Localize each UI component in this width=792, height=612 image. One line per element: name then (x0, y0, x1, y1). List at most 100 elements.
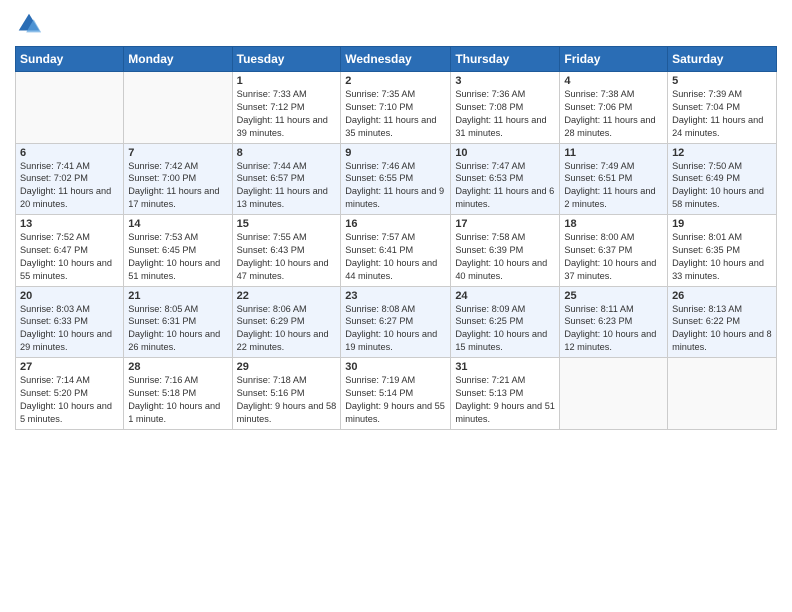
day-info: Sunrise: 7:58 AMSunset: 6:39 PMDaylight:… (455, 231, 555, 283)
day-info: Sunrise: 8:09 AMSunset: 6:25 PMDaylight:… (455, 303, 555, 355)
day-number: 4 (564, 75, 663, 87)
weekday-header-row: SundayMondayTuesdayWednesdayThursdayFrid… (16, 47, 777, 72)
day-number: 14 (128, 218, 227, 230)
day-info: Sunrise: 8:01 AMSunset: 6:35 PMDaylight:… (672, 231, 772, 283)
day-number: 6 (20, 147, 119, 159)
day-info: Sunrise: 7:39 AMSunset: 7:04 PMDaylight:… (672, 88, 772, 140)
calendar-cell: 5Sunrise: 7:39 AMSunset: 7:04 PMDaylight… (668, 72, 777, 144)
calendar-cell: 30Sunrise: 7:19 AMSunset: 5:14 PMDayligh… (341, 358, 451, 430)
day-number: 11 (564, 147, 663, 159)
calendar-cell: 31Sunrise: 7:21 AMSunset: 5:13 PMDayligh… (451, 358, 560, 430)
calendar-week-row: 13Sunrise: 7:52 AMSunset: 6:47 PMDayligh… (16, 215, 777, 287)
weekday-header-wednesday: Wednesday (341, 47, 451, 72)
calendar-cell (16, 72, 124, 144)
day-info: Sunrise: 7:49 AMSunset: 6:51 PMDaylight:… (564, 160, 663, 212)
day-number: 19 (672, 218, 772, 230)
day-number: 5 (672, 75, 772, 87)
day-info: Sunrise: 7:42 AMSunset: 7:00 PMDaylight:… (128, 160, 227, 212)
day-number: 9 (345, 147, 446, 159)
calendar-cell: 14Sunrise: 7:53 AMSunset: 6:45 PMDayligh… (124, 215, 232, 287)
day-number: 1 (237, 75, 337, 87)
day-info: Sunrise: 7:35 AMSunset: 7:10 PMDaylight:… (345, 88, 446, 140)
day-info: Sunrise: 8:06 AMSunset: 6:29 PMDaylight:… (237, 303, 337, 355)
day-number: 12 (672, 147, 772, 159)
day-info: Sunrise: 7:38 AMSunset: 7:06 PMDaylight:… (564, 88, 663, 140)
day-number: 10 (455, 147, 555, 159)
day-info: Sunrise: 7:52 AMSunset: 6:47 PMDaylight:… (20, 231, 119, 283)
day-number: 3 (455, 75, 555, 87)
calendar-cell: 10Sunrise: 7:47 AMSunset: 6:53 PMDayligh… (451, 143, 560, 215)
calendar-cell: 4Sunrise: 7:38 AMSunset: 7:06 PMDaylight… (560, 72, 668, 144)
day-info: Sunrise: 7:53 AMSunset: 6:45 PMDaylight:… (128, 231, 227, 283)
calendar-cell: 17Sunrise: 7:58 AMSunset: 6:39 PMDayligh… (451, 215, 560, 287)
day-info: Sunrise: 7:50 AMSunset: 6:49 PMDaylight:… (672, 160, 772, 212)
calendar-cell: 12Sunrise: 7:50 AMSunset: 6:49 PMDayligh… (668, 143, 777, 215)
day-number: 16 (345, 218, 446, 230)
day-number: 27 (20, 361, 119, 373)
calendar-cell: 29Sunrise: 7:18 AMSunset: 5:16 PMDayligh… (232, 358, 341, 430)
day-info: Sunrise: 7:33 AMSunset: 7:12 PMDaylight:… (237, 88, 337, 140)
day-number: 7 (128, 147, 227, 159)
day-info: Sunrise: 7:41 AMSunset: 7:02 PMDaylight:… (20, 160, 119, 212)
day-info: Sunrise: 8:03 AMSunset: 6:33 PMDaylight:… (20, 303, 119, 355)
weekday-header-friday: Friday (560, 47, 668, 72)
day-info: Sunrise: 7:16 AMSunset: 5:18 PMDaylight:… (128, 374, 227, 426)
calendar-cell (668, 358, 777, 430)
day-number: 8 (237, 147, 337, 159)
day-number: 2 (345, 75, 446, 87)
day-info: Sunrise: 7:19 AMSunset: 5:14 PMDaylight:… (345, 374, 446, 426)
day-number: 18 (564, 218, 663, 230)
day-info: Sunrise: 7:57 AMSunset: 6:41 PMDaylight:… (345, 231, 446, 283)
calendar-week-row: 27Sunrise: 7:14 AMSunset: 5:20 PMDayligh… (16, 358, 777, 430)
calendar-cell: 21Sunrise: 8:05 AMSunset: 6:31 PMDayligh… (124, 286, 232, 358)
day-number: 30 (345, 361, 446, 373)
day-info: Sunrise: 7:55 AMSunset: 6:43 PMDaylight:… (237, 231, 337, 283)
weekday-header-thursday: Thursday (451, 47, 560, 72)
calendar-cell: 15Sunrise: 7:55 AMSunset: 6:43 PMDayligh… (232, 215, 341, 287)
calendar-cell: 9Sunrise: 7:46 AMSunset: 6:55 PMDaylight… (341, 143, 451, 215)
day-number: 21 (128, 290, 227, 302)
day-info: Sunrise: 7:44 AMSunset: 6:57 PMDaylight:… (237, 160, 337, 212)
logo (15, 10, 47, 38)
day-info: Sunrise: 7:14 AMSunset: 5:20 PMDaylight:… (20, 374, 119, 426)
calendar-cell: 13Sunrise: 7:52 AMSunset: 6:47 PMDayligh… (16, 215, 124, 287)
day-number: 28 (128, 361, 227, 373)
day-info: Sunrise: 7:47 AMSunset: 6:53 PMDaylight:… (455, 160, 555, 212)
day-number: 29 (237, 361, 337, 373)
calendar-cell (124, 72, 232, 144)
calendar-table: SundayMondayTuesdayWednesdayThursdayFrid… (15, 46, 777, 430)
calendar-cell: 28Sunrise: 7:16 AMSunset: 5:18 PMDayligh… (124, 358, 232, 430)
header (15, 10, 777, 38)
day-info: Sunrise: 8:13 AMSunset: 6:22 PMDaylight:… (672, 303, 772, 355)
day-number: 23 (345, 290, 446, 302)
day-number: 22 (237, 290, 337, 302)
calendar-page: SundayMondayTuesdayWednesdayThursdayFrid… (0, 0, 792, 612)
day-number: 24 (455, 290, 555, 302)
calendar-cell: 22Sunrise: 8:06 AMSunset: 6:29 PMDayligh… (232, 286, 341, 358)
logo-icon (15, 10, 43, 38)
calendar-cell: 18Sunrise: 8:00 AMSunset: 6:37 PMDayligh… (560, 215, 668, 287)
weekday-header-tuesday: Tuesday (232, 47, 341, 72)
calendar-cell: 20Sunrise: 8:03 AMSunset: 6:33 PMDayligh… (16, 286, 124, 358)
calendar-week-row: 1Sunrise: 7:33 AMSunset: 7:12 PMDaylight… (16, 72, 777, 144)
day-number: 15 (237, 218, 337, 230)
day-number: 20 (20, 290, 119, 302)
calendar-cell: 3Sunrise: 7:36 AMSunset: 7:08 PMDaylight… (451, 72, 560, 144)
calendar-cell: 23Sunrise: 8:08 AMSunset: 6:27 PMDayligh… (341, 286, 451, 358)
day-number: 31 (455, 361, 555, 373)
day-info: Sunrise: 8:05 AMSunset: 6:31 PMDaylight:… (128, 303, 227, 355)
day-info: Sunrise: 8:11 AMSunset: 6:23 PMDaylight:… (564, 303, 663, 355)
calendar-cell: 2Sunrise: 7:35 AMSunset: 7:10 PMDaylight… (341, 72, 451, 144)
calendar-cell: 1Sunrise: 7:33 AMSunset: 7:12 PMDaylight… (232, 72, 341, 144)
calendar-week-row: 20Sunrise: 8:03 AMSunset: 6:33 PMDayligh… (16, 286, 777, 358)
calendar-week-row: 6Sunrise: 7:41 AMSunset: 7:02 PMDaylight… (16, 143, 777, 215)
day-info: Sunrise: 7:46 AMSunset: 6:55 PMDaylight:… (345, 160, 446, 212)
day-info: Sunrise: 7:18 AMSunset: 5:16 PMDaylight:… (237, 374, 337, 426)
calendar-cell: 8Sunrise: 7:44 AMSunset: 6:57 PMDaylight… (232, 143, 341, 215)
day-info: Sunrise: 8:08 AMSunset: 6:27 PMDaylight:… (345, 303, 446, 355)
day-number: 26 (672, 290, 772, 302)
calendar-cell: 6Sunrise: 7:41 AMSunset: 7:02 PMDaylight… (16, 143, 124, 215)
day-info: Sunrise: 7:21 AMSunset: 5:13 PMDaylight:… (455, 374, 555, 426)
day-number: 17 (455, 218, 555, 230)
calendar-cell (560, 358, 668, 430)
